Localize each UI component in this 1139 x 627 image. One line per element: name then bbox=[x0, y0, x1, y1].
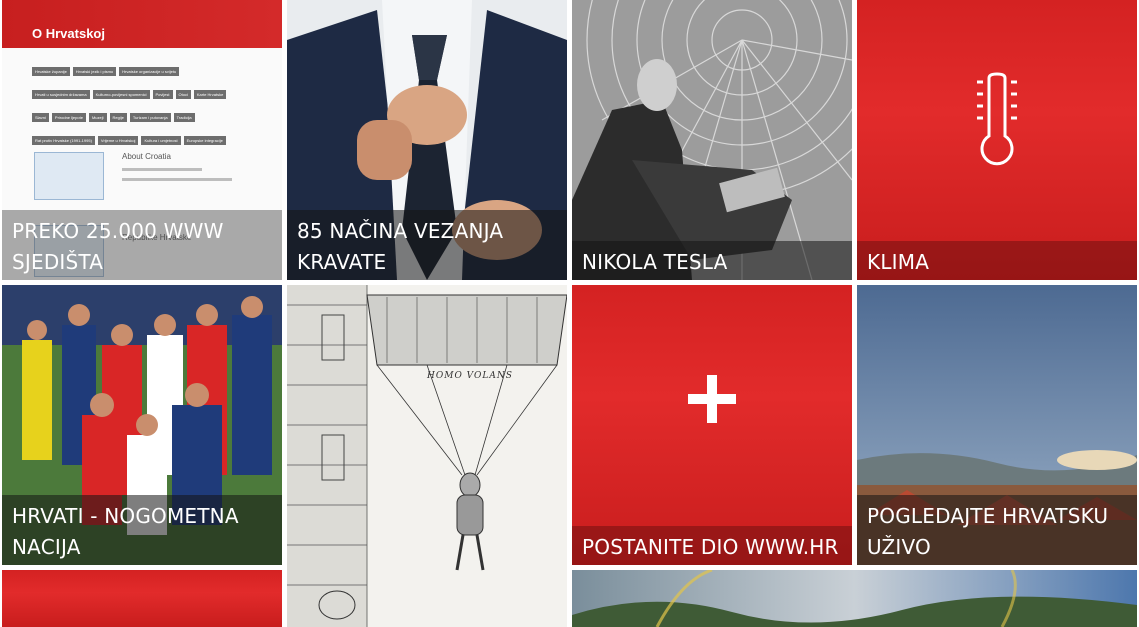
preview-header: O Hrvatskoj bbox=[2, 0, 282, 48]
preview-tag: Vrijeme u Hrvatskoj bbox=[97, 136, 139, 145]
tile-caption: HRVATI - NOGOMETNA NACIJA bbox=[2, 495, 282, 565]
engraving-image bbox=[287, 285, 567, 627]
preview-tag: Hrvatske organizacije u svijetu bbox=[119, 67, 180, 76]
preview-tag: Regije bbox=[109, 113, 127, 122]
tile-join-www-hr[interactable]: POSTANITE DIO WWW.HR bbox=[572, 285, 852, 565]
rainbow-landscape-photo bbox=[572, 570, 1137, 627]
tile-caption: NIKOLA TESLA bbox=[572, 241, 852, 280]
tile-web-directory[interactable]: O Hrvatskoj Hrvatske županije Hrvatski je… bbox=[2, 0, 282, 280]
tile-homo-volans[interactable]: HOMO VOLANS bbox=[287, 285, 567, 627]
tile-partial-red[interactable] bbox=[2, 570, 282, 627]
preview-tag: Prirodne ljepote bbox=[51, 113, 86, 122]
thermometer-icon bbox=[977, 72, 1017, 166]
tile-tie-knots[interactable]: 85 NAČINA VEZANJA KRAVATE bbox=[287, 0, 567, 280]
preview-tag-list: Hrvatske županije Hrvatski jezik i pismo H… bbox=[32, 58, 232, 150]
preview-tag: Hrvatske županije bbox=[32, 67, 70, 76]
preview-tag: Europske integracije bbox=[183, 136, 226, 145]
preview-tag: Hrvatski jezik i pismo bbox=[72, 67, 117, 76]
plus-icon bbox=[688, 375, 736, 423]
preview-title: About Croatia bbox=[122, 152, 171, 161]
tile-partial-landscape[interactable] bbox=[572, 570, 1137, 627]
engraving-label: HOMO VOLANS bbox=[427, 371, 513, 381]
preview-tag: Slavni bbox=[32, 113, 49, 122]
tile-caption: KLIMA bbox=[857, 241, 1137, 280]
tile-live-croatia[interactable]: POGLEDAJTE HRVATSKU UŽIVO bbox=[857, 285, 1137, 565]
tile-caption: PREKO 25.000 WWW SJEDIŠTA bbox=[2, 210, 282, 280]
tile-caption: POGLEDAJTE HRVATSKU UŽIVO bbox=[857, 495, 1137, 565]
preview-tag: Tradicija bbox=[173, 113, 195, 122]
preview-tag: Kultura i umjetnost bbox=[141, 136, 181, 145]
tile-climate[interactable]: KLIMA bbox=[857, 0, 1137, 280]
tile-caption: POSTANITE DIO WWW.HR bbox=[572, 526, 852, 565]
tile-caption: 85 NAČINA VEZANJA KRAVATE bbox=[287, 210, 567, 280]
preview-tag: Karte Hrvatske bbox=[193, 90, 227, 99]
tile-nikola-tesla[interactable]: NIKOLA TESLA bbox=[572, 0, 852, 280]
preview-tag: Rat protiv Hrvatske (1991-1995) bbox=[32, 136, 95, 145]
preview-tag: Kulturno-povijesni spomenici bbox=[92, 90, 150, 99]
preview-tag: Otoci bbox=[175, 90, 191, 99]
preview-tag: Povijest bbox=[152, 90, 173, 99]
preview-tag: Turizam i putovanja bbox=[129, 113, 171, 122]
tile-football-nation[interactable]: HRVATI - NOGOMETNA NACIJA bbox=[2, 285, 282, 565]
tesla-photo bbox=[572, 0, 852, 280]
preview-tag: Hrvati u susjednim državama bbox=[32, 90, 90, 99]
preview-thumbnail bbox=[34, 152, 104, 200]
preview-tag: Muzeji bbox=[88, 113, 107, 122]
